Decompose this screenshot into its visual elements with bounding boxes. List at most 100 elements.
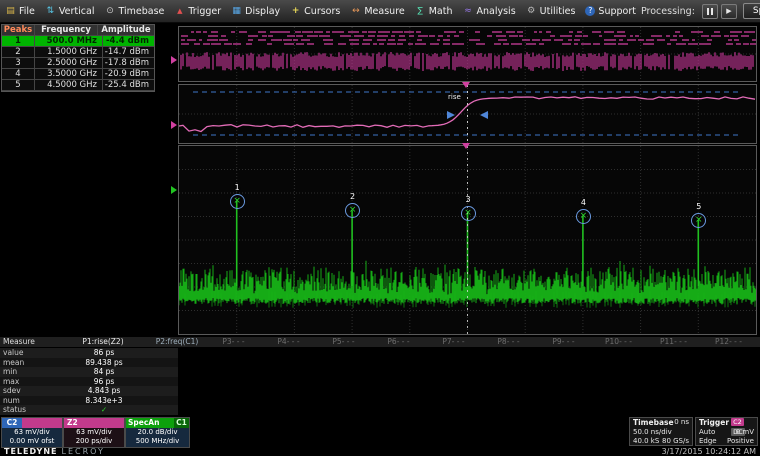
peak-amplitude-cell: -4.4 dBm <box>103 36 154 47</box>
measure-corner-label: Measure <box>0 337 58 347</box>
peak-row-3[interactable]: 3 2.5000 GHz -17.8 dBm <box>2 58 154 69</box>
menu-analysis[interactable]: Analysis <box>458 0 521 22</box>
spectrum-button[interactable]: Spectrum <box>743 3 760 19</box>
menu-support[interactable]: Support <box>580 0 641 22</box>
menubar-right-controls: Processing: ▶ Spectrum ↶Undo <box>641 2 760 21</box>
timebase-position: 0 ns <box>674 418 689 428</box>
measure-icon <box>350 7 361 16</box>
trigger-source-tag: C2 <box>731 418 744 426</box>
menu-label: Measure <box>364 6 404 17</box>
measure-column-p10[interactable]: P10- - - <box>591 337 646 347</box>
c2-offset: 0.00 mV ofst <box>2 437 62 446</box>
measure-row-min: min84 ps <box>0 367 178 377</box>
peak-frequency-cell: 3.5000 GHz <box>35 69 103 80</box>
measure-column-p7[interactable]: P7- - - <box>426 337 481 347</box>
peak-amplitude-cell: -20.9 dBm <box>103 69 154 80</box>
z2-cursor-marker[interactable] <box>462 82 470 88</box>
menu-label: File <box>19 6 35 17</box>
peak-number-cell: 3 <box>2 58 35 69</box>
measure-row-max: max96 ps <box>0 377 178 387</box>
timebase-box[interactable]: Timebase0 ns 50.0 ns/div 40.0 kS80 GS/s <box>629 417 693 446</box>
measure-column-p11[interactable]: P11- - - <box>646 337 701 347</box>
z2-trace-indicator[interactable] <box>171 121 177 129</box>
measure-column-p2[interactable]: P2:freq(C1) <box>148 337 206 347</box>
menu-display[interactable]: Display <box>226 0 285 22</box>
measure-row-num: num8.343e+3 <box>0 396 178 406</box>
menu-vertical[interactable]: Vertical <box>40 0 100 22</box>
support-icon <box>585 6 595 16</box>
specan-descriptor-box[interactable]: SpecAnC1 20.0 dB/div500 MHz/div <box>125 417 190 448</box>
menu-file[interactable]: File <box>0 0 40 22</box>
menu-label: Math <box>429 6 453 17</box>
pause-icon <box>706 8 714 15</box>
status-check-icon: ✓ <box>58 405 150 415</box>
peak-row-4[interactable]: 4 3.5000 GHz -20.9 dBm <box>2 69 154 80</box>
specan-label: SpecAn <box>126 418 174 428</box>
menubar: File Vertical Timebase Trigger Display C… <box>0 0 760 23</box>
stat-label: num <box>0 396 58 406</box>
c2-descriptor-box[interactable]: C2 63 mV/div0.00 mV ofst <box>1 417 63 448</box>
svg-text:rise: rise <box>448 93 461 101</box>
c2-waveform-panel[interactable] <box>178 26 757 82</box>
measure-column-p4[interactable]: P4- - - <box>261 337 316 347</box>
peak-amplitude-cell: -25.4 dBm <box>103 80 154 91</box>
peak-amplitude-cell: -17.8 dBm <box>103 58 154 69</box>
z2-waveform: rise <box>179 85 756 143</box>
stat-value: 8.343e+3 <box>58 396 150 406</box>
menu-label: Timebase <box>118 6 164 17</box>
peaks-table: Peaks Frequency Amplitude 1 500.0 MHz -4… <box>1 24 155 92</box>
measure-row-value: value86 ps <box>0 348 178 358</box>
measure-column-p12[interactable]: P12- - - <box>701 337 756 347</box>
utilities-icon <box>526 7 537 16</box>
peak-number-cell: 1 <box>2 36 35 47</box>
spectrum-panel[interactable]: ×1×2×3×4×5 <box>178 145 757 335</box>
measure-column-p1[interactable]: P1:rise(Z2) <box>58 337 148 347</box>
measure-row-mean: mean89.438 ps <box>0 358 178 368</box>
menu-measure[interactable]: Measure <box>345 0 409 22</box>
specan-source-label: C1 <box>174 418 189 428</box>
measure-column-p3[interactable]: P3- - - <box>206 337 261 347</box>
play-button[interactable]: ▶ <box>721 4 737 19</box>
stat-label: mean <box>0 358 58 368</box>
measure-column-p6[interactable]: P6- - - <box>371 337 426 347</box>
menu-label: Utilities <box>540 6 576 17</box>
pause-button[interactable] <box>702 4 718 19</box>
menu-cursors[interactable]: Cursors <box>285 0 345 22</box>
trigger-box[interactable]: TriggerC2DC Auto0 mV EdgePositive <box>695 417 758 446</box>
peak-frequency-cell: 4.5000 GHz <box>35 80 103 91</box>
oscilloscope-screen: File Vertical Timebase Trigger Display C… <box>0 0 760 456</box>
measure-column-p9[interactable]: P9- - - <box>536 337 591 347</box>
trigger-icon <box>174 8 185 15</box>
z2-zoom-panel[interactable]: rise <box>178 84 757 144</box>
measure-column-p5[interactable]: P5- - - <box>316 337 371 347</box>
c2-trace-indicator[interactable] <box>171 56 177 64</box>
stat-value: 86 ps <box>58 348 150 358</box>
menu-label: Vertical <box>59 6 95 17</box>
menu-trigger[interactable]: Trigger <box>169 0 226 22</box>
peaks-header-frequency: Frequency <box>35 25 98 36</box>
peak-row-2[interactable]: 2 1.5000 GHz -14.7 dBm <box>2 47 154 58</box>
peak-amplitude-cell: -14.7 dBm <box>103 47 154 58</box>
specan-trace-indicator[interactable] <box>171 186 177 194</box>
menu-timebase[interactable]: Timebase <box>99 0 169 22</box>
peak-frequency-cell: 1.5000 GHz <box>35 47 103 58</box>
z2-descriptor-box[interactable]: Z2 63 mV/div200 ps/div <box>63 417 125 448</box>
stat-value: 84 ps <box>58 367 150 377</box>
peak-number-cell: 5 <box>2 80 35 91</box>
peak-number-cell: 4 <box>2 69 35 80</box>
trigger-position-marker[interactable] <box>462 143 470 149</box>
menu-label: Trigger <box>188 6 221 17</box>
peak-frequency-cell: 2.5000 GHz <box>35 58 103 69</box>
measure-column-p8[interactable]: P8- - - <box>481 337 536 347</box>
menu-utilities[interactable]: Utilities <box>521 0 581 22</box>
stat-label: min <box>0 367 58 377</box>
stat-value: 89.438 ps <box>58 358 150 368</box>
stat-value: 4.843 ps <box>58 386 150 396</box>
brand-teledyne: TELEDYNE <box>4 447 58 456</box>
specan-scale: 20.0 dB/div <box>126 428 189 437</box>
peak-row-1[interactable]: 1 500.0 MHz -4.4 dBm <box>2 36 154 47</box>
peak-row-5[interactable]: 5 4.5000 GHz -25.4 dBm <box>2 80 154 91</box>
z2-scale: 63 mV/div <box>64 428 124 437</box>
measure-row-sdev: sdev4.843 ps <box>0 386 178 396</box>
menu-math[interactable]: Math <box>410 0 458 22</box>
